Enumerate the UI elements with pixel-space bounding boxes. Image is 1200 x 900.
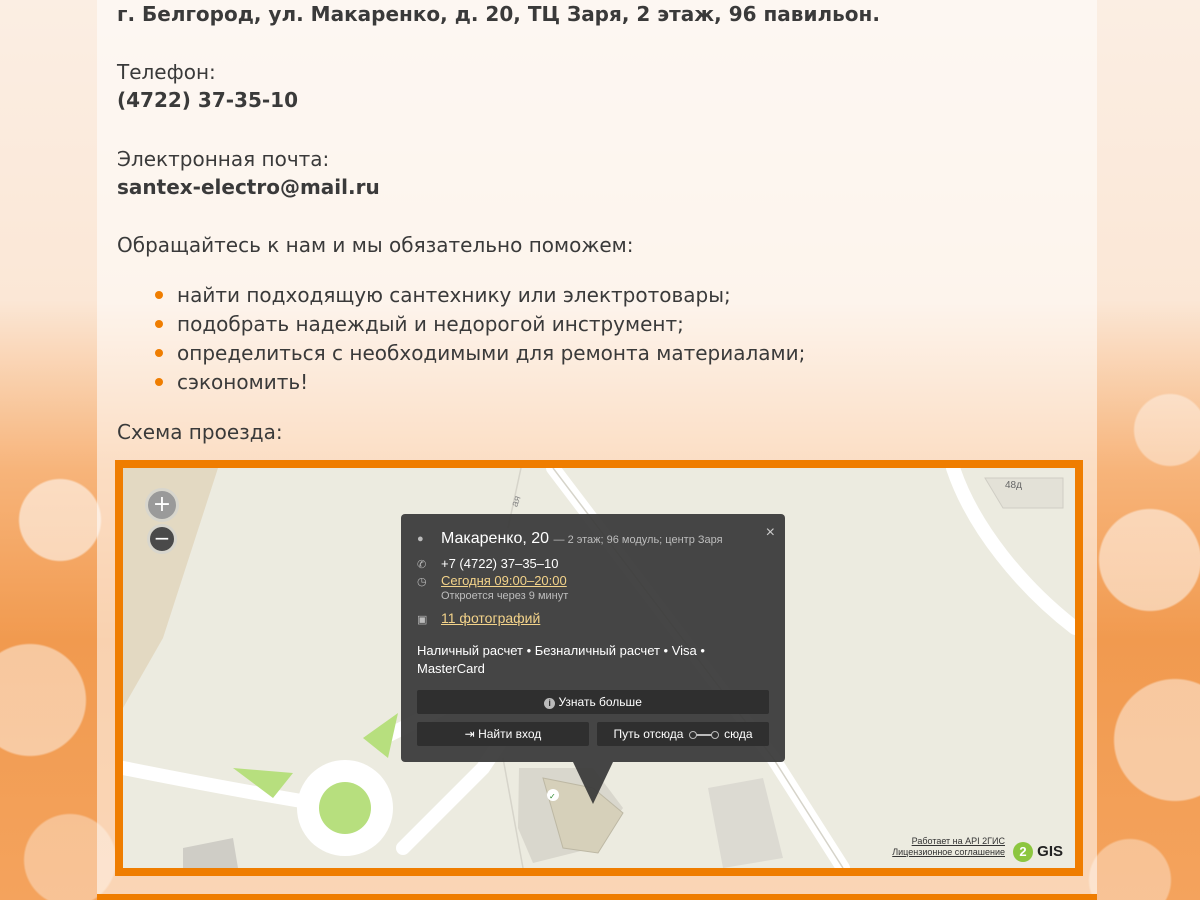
map-widget[interactable]: ✓ 48д ая + − × ● Макаренко, 20 — 2 этаж;… [115, 460, 1083, 876]
phone-icon: ✆ [417, 559, 427, 571]
place-info-popup: × ● Макаренко, 20 — 2 этаж; 96 модуль; ц… [401, 514, 785, 804]
address-text: г. Белгород, ул. Макаренко, д. 20, ТЦ За… [117, 2, 880, 26]
2gis-logo-icon: 2 [1012, 842, 1033, 862]
place-subtitle: — 2 этаж; 96 модуль; центр Заря [553, 534, 723, 546]
api-attribution-link[interactable]: Работает на API 2ГИС [912, 836, 1005, 846]
svg-text:✓: ✓ [549, 792, 556, 801]
list-item: подобрать надеждый и недорогой инструмен… [155, 311, 805, 340]
map-attribution: Работает на API 2ГИС Лицензионное соглаш… [892, 836, 1005, 858]
list-item: сэкономить! [155, 369, 805, 398]
route-to-label[interactable]: сюда [724, 727, 752, 741]
email-address: santex-electro@mail.ru [117, 175, 380, 199]
route-label: Схема проезда: [117, 420, 283, 444]
route-from-label[interactable]: Путь отсюда [614, 727, 684, 741]
list-item: найти подходящую сантехнику или электрот… [155, 282, 805, 311]
phone-label: Телефон: [117, 60, 216, 84]
license-link[interactable]: Лицензионное соглашение [892, 847, 1005, 857]
clock-icon: ◷ [417, 576, 427, 588]
photos-link[interactable]: 11 фотографий [441, 610, 540, 626]
house-number-label: 48д [1005, 480, 1022, 491]
2gis-logo-text: GIS [1037, 842, 1063, 860]
phone-number: (4722) 37-35-10 [117, 88, 299, 112]
services-list: найти подходящую сантехнику или электрот… [155, 282, 805, 398]
zoom-in-button[interactable]: + [145, 488, 179, 522]
content-panel: г. Белгород, ул. Макаренко, д. 20, ТЦ За… [97, 0, 1097, 900]
2gis-logo[interactable]: 2 GIS [1012, 842, 1063, 862]
info-icon: i [544, 698, 556, 709]
learn-more-button[interactable]: i Узнать больше [417, 690, 769, 714]
list-item: определиться с необходимыми для ремонта … [155, 340, 805, 369]
opens-in-text: Откроется через 9 минут [441, 590, 569, 602]
find-entrance-button[interactable]: ⇥ Найти вход [417, 722, 589, 746]
learn-more-label: Узнать больше [558, 695, 642, 709]
popup-pointer [573, 762, 613, 804]
route-icon [688, 730, 719, 739]
zoom-out-button[interactable]: − [147, 524, 177, 554]
camera-icon: ▣ [417, 614, 428, 626]
popup-phone[interactable]: +7 (4722) 37–35–10 [441, 556, 558, 571]
close-icon[interactable]: × [766, 524, 775, 542]
route-button[interactable]: Путь отсюда сюда [597, 722, 769, 746]
find-entrance-label: Найти вход [478, 727, 542, 741]
entrance-icon: ⇥ [464, 727, 475, 741]
opening-hours-link[interactable]: Сегодня 09:00–20:00 [441, 573, 567, 588]
email-label: Электронная почта: [117, 147, 330, 171]
place-name: Макаренко, 20 [441, 530, 550, 547]
place-title: Макаренко, 20 — 2 этаж; 96 модуль; центр… [441, 530, 723, 548]
location-pin-icon: ● [417, 533, 424, 545]
intro-text: Обращайтесь к нам и мы обязательно помож… [117, 233, 634, 257]
payment-methods: Наличный расчет • Безналичный расчет • V… [417, 643, 705, 676]
